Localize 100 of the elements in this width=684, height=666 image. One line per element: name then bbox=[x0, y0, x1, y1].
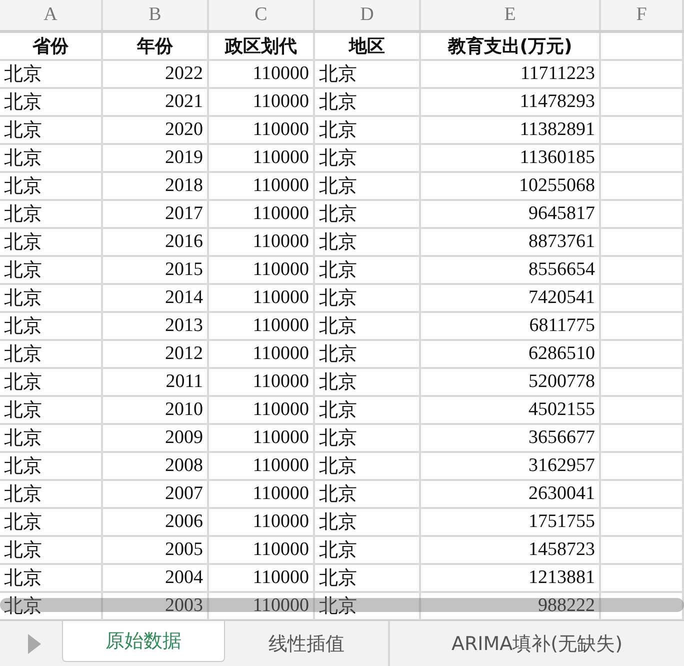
table-cell: 110000 bbox=[252, 427, 309, 449]
table-cell-text: 北京 bbox=[319, 511, 357, 535]
table-cell-text: 北京 bbox=[319, 399, 357, 423]
table-cell-text: 北京 bbox=[319, 371, 357, 395]
table-cell: 110000 bbox=[252, 511, 309, 533]
table-cell-text: 北京 bbox=[319, 91, 357, 115]
table-cell: 2010 bbox=[165, 399, 203, 421]
table-cell: 110000 bbox=[252, 567, 309, 589]
table-cell-text: 北京 bbox=[4, 147, 42, 171]
table-cell: 9645817 bbox=[528, 203, 595, 225]
table-cell-text: 北京 bbox=[4, 427, 42, 451]
table-cell-text: 北京 bbox=[4, 175, 42, 199]
table-cell-text: 北京 bbox=[319, 315, 357, 339]
column-header[interactable]: D bbox=[315, 0, 421, 30]
table-cell-text: 北京 bbox=[319, 63, 357, 87]
column-header[interactable]: C bbox=[209, 0, 315, 30]
table-cell-text: 北京 bbox=[4, 63, 42, 87]
table-header: 政区划代 bbox=[225, 35, 297, 58]
table-cell-text: 北京 bbox=[319, 567, 357, 591]
table-cell: 2022 bbox=[165, 63, 203, 85]
table-cell: 2003 bbox=[165, 595, 203, 617]
table-cell-text: 北京 bbox=[4, 567, 42, 591]
table-cell-text: 北京 bbox=[4, 483, 42, 507]
column-header[interactable]: E bbox=[421, 0, 601, 30]
table-cell-text: 北京 bbox=[319, 427, 357, 451]
table-cell: 2016 bbox=[165, 231, 203, 253]
table-cell: 7420541 bbox=[528, 287, 595, 309]
table-cell-text: 北京 bbox=[319, 231, 357, 255]
table-cell: 10255068 bbox=[519, 175, 595, 197]
table-cell: 2006 bbox=[165, 511, 203, 533]
table-cell-text: 北京 bbox=[319, 203, 357, 227]
table-cell: 2017 bbox=[165, 203, 203, 225]
table-cell-text: 北京 bbox=[4, 511, 42, 535]
table-header: 省份 bbox=[32, 35, 68, 58]
table-cell-text: 北京 bbox=[4, 287, 42, 311]
table-cell: 1458723 bbox=[528, 539, 595, 561]
table-cell: 110000 bbox=[252, 63, 309, 85]
table-cell-text: 北京 bbox=[319, 119, 357, 143]
table-cell: 2020 bbox=[165, 119, 203, 141]
table-cell-text: 北京 bbox=[319, 259, 357, 283]
table-cell: 110000 bbox=[252, 343, 309, 365]
table-cell: 110000 bbox=[252, 147, 309, 169]
table-header: 教育支出(万元) bbox=[448, 35, 572, 58]
table-cell-text: 北京 bbox=[4, 231, 42, 255]
table-cell: 11360185 bbox=[520, 147, 595, 169]
table-cell: 110000 bbox=[252, 315, 309, 337]
table-cell-text: 北京 bbox=[4, 315, 42, 339]
column-header[interactable]: B bbox=[103, 0, 209, 30]
table-cell-text: 北京 bbox=[4, 595, 42, 619]
table-cell: 110000 bbox=[252, 595, 309, 617]
table-cell-text: 北京 bbox=[4, 455, 42, 479]
table-cell: 2015 bbox=[165, 259, 203, 281]
table-cell: 6811775 bbox=[529, 315, 595, 337]
table-cell: 110000 bbox=[252, 371, 309, 393]
table-cell: 6286510 bbox=[528, 343, 595, 365]
table-cell-text: 北京 bbox=[4, 539, 42, 563]
table-cell: 1213881 bbox=[528, 567, 595, 589]
table-cell: 11382891 bbox=[520, 119, 595, 141]
table-cell: 110000 bbox=[252, 287, 309, 309]
table-cell-text: 北京 bbox=[4, 399, 42, 423]
table-cell: 2011 bbox=[166, 371, 203, 393]
table-cell-text: 北京 bbox=[319, 483, 357, 507]
table-cell-text: 北京 bbox=[319, 595, 357, 619]
sheet-tab[interactable]: 线性插值 bbox=[225, 621, 390, 666]
table-header: 年份 bbox=[137, 35, 173, 58]
table-cell: 110000 bbox=[252, 259, 309, 281]
table-cell: 110000 bbox=[252, 539, 309, 561]
table-cell: 11711223 bbox=[520, 63, 595, 85]
table-cell: 110000 bbox=[252, 231, 309, 253]
sheet-tab[interactable]: ARIMA填补(无缺失) bbox=[390, 621, 684, 666]
table-cell-text: 北京 bbox=[4, 203, 42, 227]
table-cell: 2012 bbox=[165, 343, 203, 365]
table-cell-text: 北京 bbox=[319, 343, 357, 367]
table-cell-text: 北京 bbox=[319, 175, 357, 199]
table-cell: 2021 bbox=[165, 91, 203, 113]
table-cell: 2019 bbox=[165, 147, 203, 169]
table-cell: 110000 bbox=[252, 119, 309, 141]
column-header[interactable]: A bbox=[0, 0, 103, 30]
table-cell: 3162957 bbox=[528, 455, 595, 477]
sheet-tab[interactable]: 原始数据 bbox=[62, 621, 225, 662]
table-cell-text: 北京 bbox=[4, 259, 42, 283]
table-cell-text: 北京 bbox=[319, 147, 357, 171]
table-cell: 110000 bbox=[252, 399, 309, 421]
table-cell: 110000 bbox=[252, 175, 309, 197]
table-cell: 1751755 bbox=[528, 511, 595, 533]
table-cell: 5200778 bbox=[528, 371, 595, 393]
table-cell: 11478293 bbox=[520, 91, 595, 113]
table-cell: 2009 bbox=[165, 427, 203, 449]
column-header[interactable]: F bbox=[601, 0, 684, 30]
table-cell: 2008 bbox=[165, 455, 203, 477]
table-cell: 8873761 bbox=[528, 231, 595, 253]
table-cell: 4502155 bbox=[528, 399, 595, 421]
table-cell: 2007 bbox=[165, 483, 203, 505]
table-cell: 110000 bbox=[252, 455, 309, 477]
table-cell-text: 北京 bbox=[4, 91, 42, 115]
table-cell: 2005 bbox=[165, 539, 203, 561]
table-cell: 110000 bbox=[252, 203, 309, 225]
table-cell: 2013 bbox=[165, 315, 203, 337]
table-cell-text: 北京 bbox=[319, 539, 357, 563]
table-cell: 3656677 bbox=[528, 427, 595, 449]
